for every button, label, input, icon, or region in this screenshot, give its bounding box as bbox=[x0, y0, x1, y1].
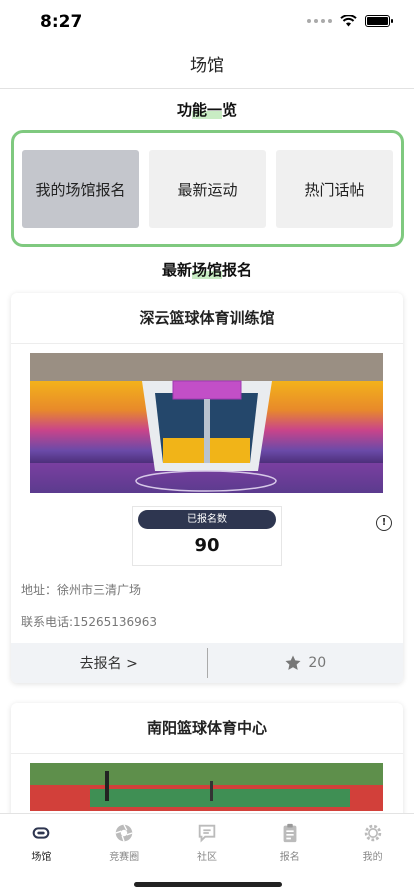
venue-name: 深云篮球体育训练馆 bbox=[11, 293, 403, 344]
latest-sports-button[interactable]: 最新运动 bbox=[149, 150, 266, 228]
battery-icon bbox=[365, 15, 393, 27]
main-content[interactable]: 功能一览 我的场馆报名 最新运动 热门话帖 最新场馆报名 深云篮球体育训练馆 已… bbox=[0, 89, 414, 813]
go-signup-button[interactable]: 去报名 > bbox=[11, 653, 207, 673]
star-button[interactable]: 20 bbox=[208, 654, 404, 672]
tab-mine[interactable]: 我的 bbox=[331, 814, 414, 896]
venue-icon bbox=[33, 827, 50, 839]
venue-card[interactable]: 南阳篮球体育中心 bbox=[11, 703, 403, 813]
star-icon bbox=[285, 655, 301, 670]
venue-name: 南阳篮球体育中心 bbox=[11, 703, 403, 754]
latest-signup-title: 最新场馆报名 bbox=[161, 261, 253, 279]
star-count: 20 bbox=[308, 655, 327, 671]
status-icons bbox=[307, 15, 393, 27]
clipboard-icon bbox=[283, 823, 297, 843]
card-footer: 去报名 > 20 bbox=[11, 643, 403, 683]
venue-card[interactable]: 深云篮球体育训练馆 已报名数 90 ! 地址：徐州市三清广场 联系电话:1526… bbox=[11, 293, 403, 683]
feature-panel: 我的场馆报名 最新运动 热门话帖 bbox=[11, 130, 404, 247]
home-indicator bbox=[134, 882, 282, 887]
venue-address: 地址：徐州市三清广场 bbox=[21, 583, 142, 597]
status-time: 8:27 bbox=[40, 12, 83, 32]
venue-photo bbox=[30, 763, 383, 811]
tab-venue[interactable]: 场馆 bbox=[0, 814, 83, 896]
venue-photo bbox=[30, 353, 383, 493]
status-bar: 8:27 bbox=[0, 0, 414, 44]
chat-icon bbox=[198, 824, 216, 843]
signup-count-label: 已报名数 bbox=[138, 510, 276, 529]
info-icon[interactable]: ! bbox=[376, 515, 392, 531]
wifi-icon bbox=[340, 15, 357, 27]
my-venue-signup-button[interactable]: 我的场馆报名 bbox=[22, 150, 139, 228]
tab-bar: 场馆 竞赛圈 社区 报名 我的 bbox=[0, 813, 414, 896]
nav-bar: 场馆 bbox=[0, 44, 414, 89]
page-title: 场馆 bbox=[190, 56, 224, 76]
signal-icon bbox=[307, 19, 332, 23]
signup-stat: 已报名数 90 bbox=[132, 506, 282, 566]
camera-icon bbox=[115, 824, 133, 842]
signup-count: 90 bbox=[194, 535, 220, 556]
venue-phone: 联系电话:15265136963 bbox=[21, 615, 158, 629]
features-title: 功能一览 bbox=[176, 101, 238, 119]
hot-topics-button[interactable]: 热门话帖 bbox=[276, 150, 393, 228]
gear-icon bbox=[364, 824, 381, 842]
